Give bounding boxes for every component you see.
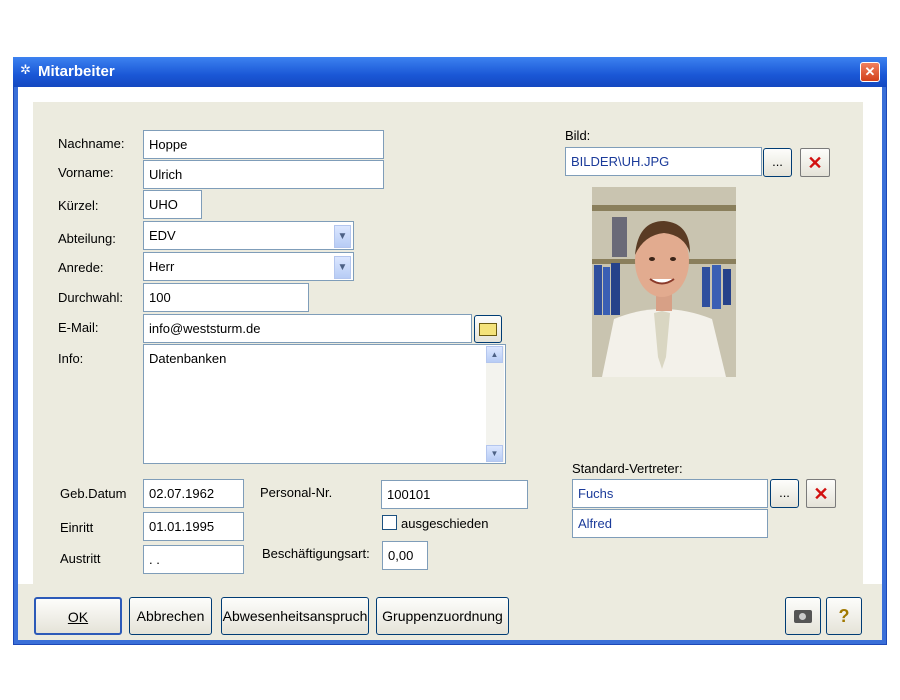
geb-datum-label: Geb.Datum xyxy=(60,486,127,501)
durchwahl-field[interactable]: 100 xyxy=(143,283,309,312)
ausgeschieden-label: ausgeschieden xyxy=(401,516,489,531)
abteilung-label: Abteilung: xyxy=(58,231,116,246)
beschaeftigungsart-field[interactable]: 0,00 xyxy=(382,541,428,570)
vorname-label: Vorname: xyxy=(58,165,114,180)
personal-nr-label: Personal-Nr. xyxy=(260,485,333,500)
abteilung-value: EDV xyxy=(149,228,176,243)
vertreter-vorname-field: Alfred xyxy=(572,509,768,538)
bild-browse-button[interactable]: ... xyxy=(763,148,792,177)
employee-photo-image xyxy=(592,187,736,377)
ausgeschieden-checkbox[interactable] xyxy=(382,515,397,530)
ok-button[interactable]: OK xyxy=(34,597,122,635)
beschaeftigungsart-label: Beschäftigungsart: xyxy=(262,546,370,561)
abteilung-select[interactable]: EDV ▼ xyxy=(143,221,354,250)
anrede-select[interactable]: Herr ▼ xyxy=(143,252,354,281)
eintritt-label: Einritt xyxy=(60,520,94,535)
kuerzel-field[interactable]: UHO xyxy=(143,190,202,219)
chevron-down-icon[interactable]: ▼ xyxy=(334,256,351,279)
geb-datum-field[interactable]: 02.07.1962 xyxy=(143,479,244,508)
help-button[interactable]: ? xyxy=(826,597,862,635)
email-field[interactable]: info@weststurm.de xyxy=(143,314,472,343)
vertreter-browse-button[interactable]: ... xyxy=(770,479,799,508)
info-textarea[interactable]: Datenbanken xyxy=(143,344,506,464)
window-title: Mitarbeiter xyxy=(38,63,115,80)
scroll-up-icon[interactable]: ▲ xyxy=(486,346,503,363)
nachname-label: Nachname: xyxy=(58,136,125,151)
vertreter-delete-button[interactable]: ✕ xyxy=(806,479,836,508)
austritt-field[interactable]: . . xyxy=(143,545,244,574)
send-mail-button[interactable] xyxy=(474,315,502,343)
eintritt-field[interactable]: 01.01.1995 xyxy=(143,512,244,541)
gruppenzuordnung-label: Gruppenzuordnung xyxy=(382,608,503,624)
vertreter-label: Standard-Vertreter: xyxy=(572,461,683,476)
title-bar[interactable] xyxy=(13,57,887,87)
vorname-field[interactable]: Ulrich xyxy=(143,160,384,189)
info-text: Datenbanken xyxy=(149,351,227,366)
anrede-value: Herr xyxy=(149,259,175,274)
gruppenzuordnung-button[interactable]: Gruppenzuordnung xyxy=(376,597,509,635)
bild-delete-button[interactable]: ✕ xyxy=(800,148,830,177)
abwesenheitsanspruch-button[interactable]: Abwesenheitsanspruch xyxy=(221,597,369,635)
scroll-down-icon[interactable]: ▼ xyxy=(486,445,503,462)
vertreter-nachname-field[interactable]: Fuchs xyxy=(572,479,768,508)
personal-nr-field[interactable]: 100101 xyxy=(381,480,528,509)
camera-icon xyxy=(794,610,812,623)
ok-label: OK xyxy=(67,609,89,625)
employee-photo xyxy=(592,187,736,377)
info-label: Info: xyxy=(58,351,84,366)
envelope-icon xyxy=(479,323,497,336)
durchwahl-label: Durchwahl: xyxy=(58,290,124,305)
kuerzel-label: Kürzel: xyxy=(58,198,99,213)
app-icon: ✲ xyxy=(20,62,31,77)
close-button[interactable]: ✕ xyxy=(860,62,880,82)
chevron-down-icon[interactable]: ▼ xyxy=(334,225,351,248)
anrede-label: Anrede: xyxy=(58,260,104,275)
camera-button[interactable] xyxy=(785,597,821,635)
austritt-label: Austritt xyxy=(60,551,101,566)
abbrechen-label: Abbrechen xyxy=(136,608,205,624)
abwesenheitsanspruch-label: Abwesenheitsanspruch xyxy=(222,608,368,624)
email-label: E-Mail: xyxy=(58,320,99,335)
bild-path-field[interactable]: BILDER\UH.JPG xyxy=(565,147,762,176)
bild-label: Bild: xyxy=(565,128,591,143)
nachname-field[interactable]: Hoppe xyxy=(143,130,384,159)
abbrechen-button[interactable]: Abbrechen xyxy=(129,597,212,635)
